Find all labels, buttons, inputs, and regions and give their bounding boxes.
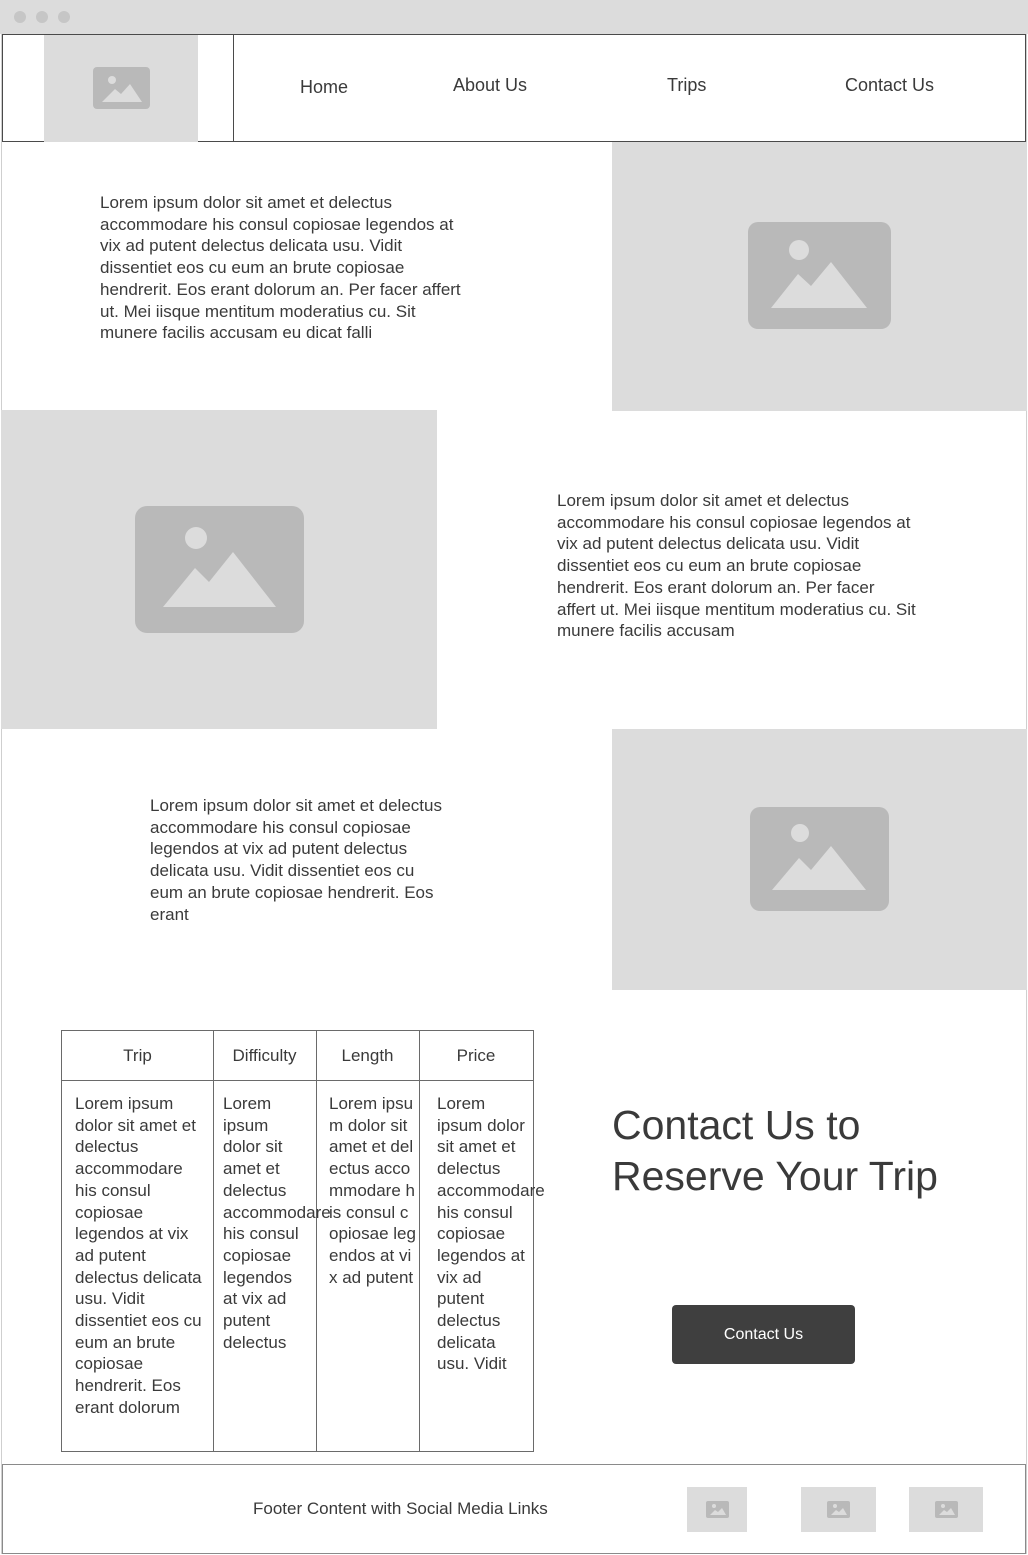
social-link-2[interactable] — [801, 1487, 876, 1532]
table-column-trip: Trip Lorem ipsum dolor sit amet et delec… — [62, 1031, 214, 1451]
table-column-difficulty: Difficulty Lorem ipsum dolor sit amet et… — [213, 1031, 331, 1451]
section-2-text: Lorem ipsum dolor sit amet et delectus a… — [557, 491, 916, 641]
image-icon — [135, 506, 304, 633]
section-1-text: Lorem ipsum dolor sit amet et delectus a… — [100, 193, 461, 343]
logo-placeholder[interactable] — [44, 35, 198, 142]
nav-link-about-us[interactable]: About Us — [453, 75, 527, 96]
table-cell-price: Lorem ipsum dolor sit amet et delectus a… — [437, 1094, 545, 1374]
trips-table: Trip Lorem ipsum dolor sit amet et delec… — [61, 1030, 545, 1452]
cta-heading: Contact Us to Reserve Your Trip — [612, 1102, 938, 1199]
window-minimize-dot[interactable] — [36, 11, 48, 23]
section-2-image — [1, 410, 437, 729]
image-icon — [934, 1501, 958, 1518]
image-icon — [93, 67, 150, 109]
window-close-dot[interactable] — [14, 11, 26, 23]
table-header-trip: Trip — [62, 1031, 213, 1081]
nav-link-contact-us[interactable]: Contact Us — [845, 75, 934, 96]
table-cell-length: Lorem ipsum dolor sit amet et delectus a… — [329, 1094, 416, 1287]
window-maximize-dot[interactable] — [58, 11, 70, 23]
nav-link-home[interactable]: Home — [300, 77, 348, 98]
image-icon — [750, 807, 889, 911]
table-column-length: Length Lorem ipsum dolor sit amet et del… — [316, 1031, 420, 1451]
social-link-1[interactable] — [687, 1487, 747, 1532]
contact-us-button[interactable]: Contact Us — [672, 1305, 855, 1364]
section-3-text: Lorem ipsum dolor sit amet et delectus a… — [150, 796, 442, 924]
image-icon — [827, 1501, 850, 1518]
footer-text: Footer Content with Social Media Links — [253, 1499, 548, 1518]
section-3-image — [612, 729, 1027, 990]
social-link-3[interactable] — [909, 1487, 983, 1532]
nav-link-trips[interactable]: Trips — [667, 75, 706, 96]
section-1-image — [612, 142, 1027, 411]
table-cell-difficulty: Lorem ipsum dolor sit amet et delectus a… — [223, 1094, 331, 1352]
table-header-length: Length — [316, 1031, 419, 1081]
table-header-difficulty: Difficulty — [213, 1031, 316, 1081]
image-icon — [705, 1501, 729, 1518]
table-cell-trip: Lorem ipsum dolor sit amet et delectus a… — [75, 1094, 202, 1417]
image-icon — [748, 222, 891, 329]
table-header-price: Price — [419, 1031, 533, 1081]
table-column-price: Price Lorem ipsum dolor sit amet et dele… — [419, 1031, 545, 1451]
window-titlebar — [0, 0, 1028, 34]
